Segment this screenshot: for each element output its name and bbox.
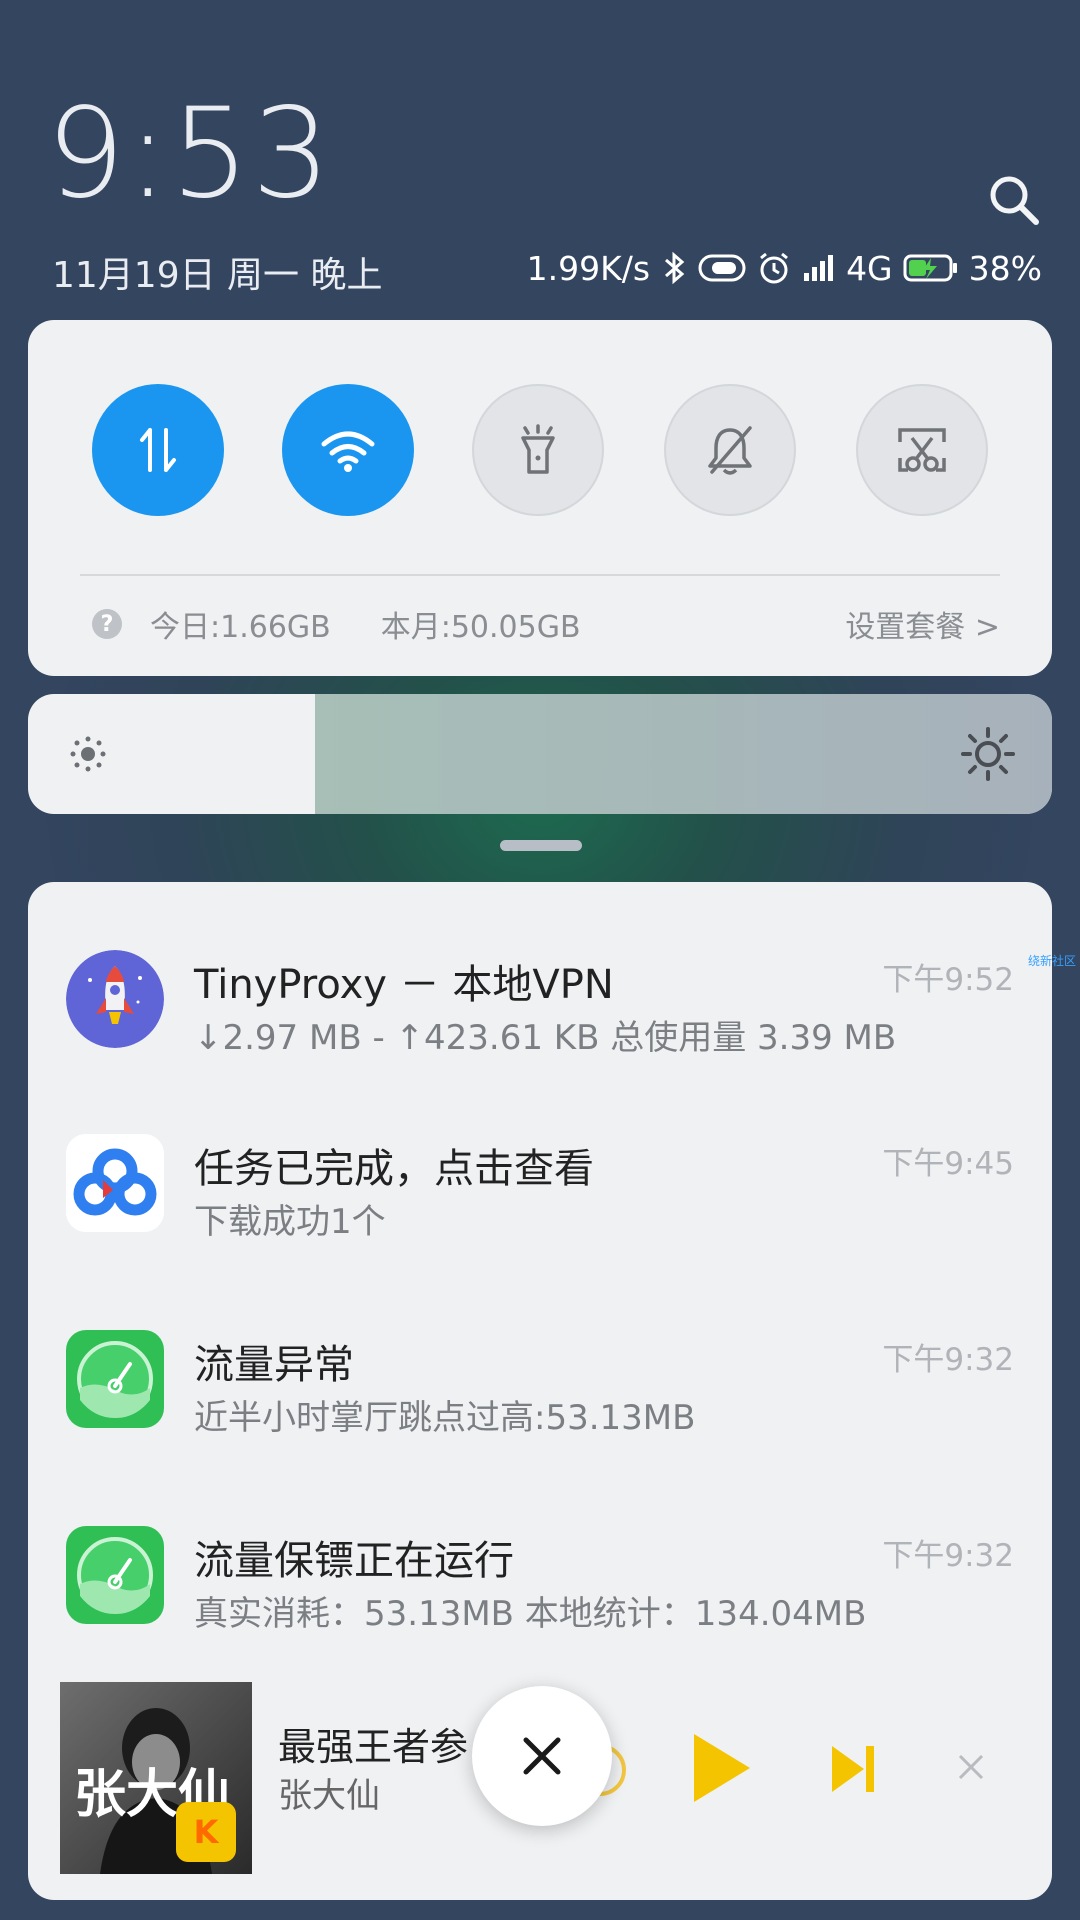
status-bar: 1.99K/s 4G 38%	[527, 246, 1042, 290]
bell-off-icon	[708, 426, 752, 475]
mute-toggle[interactable]	[664, 384, 796, 516]
screenshot-icon	[898, 428, 946, 472]
notification-time: 下午9:32	[882, 1342, 1014, 1378]
close-icon	[958, 1754, 984, 1780]
play-button[interactable]	[688, 1730, 754, 1810]
notification-time: 下午9:52	[882, 962, 1014, 998]
rocket-icon	[66, 950, 164, 1048]
gauge-icon	[66, 1526, 164, 1624]
play-icon	[694, 1734, 750, 1802]
notification-subtitle: ↓2.97 MB - ↑423.61 KB 总使用量 3.39 MB	[194, 1018, 897, 1058]
side-watermark: 绕新社区	[1028, 954, 1077, 968]
bluetooth-icon	[660, 250, 688, 286]
mobile-data-toggle[interactable]	[92, 384, 224, 516]
next-button[interactable]	[828, 1742, 878, 1800]
brightness-fill	[314, 694, 1052, 814]
search-icon[interactable]	[984, 170, 1044, 230]
date-label: 11月19日 周一 晚上	[52, 255, 383, 296]
notification-subtitle: 下载成功1个	[194, 1202, 386, 1242]
signal-icon	[802, 253, 836, 283]
media-title: 最强王者参	[278, 1725, 469, 1769]
quick-settings-panel: ? 今日:1.66GB 本月:50.05GB 设置套餐 >	[28, 320, 1052, 676]
help-icon[interactable]: ?	[92, 609, 122, 639]
skip-next-icon	[832, 1746, 874, 1792]
wifi-icon	[321, 431, 375, 472]
notification-time: 下午9:45	[882, 1146, 1014, 1182]
brightness-low-icon	[68, 734, 108, 778]
notification-data-guard[interactable]: 流量保镖正在运行 真实消耗：53.13MB 本地统计：134.04MB 下午9:…	[28, 1458, 1052, 1648]
kuaishou-badge-icon: K	[176, 1802, 236, 1862]
brightness-slider[interactable]	[28, 694, 1052, 814]
set-plan-link[interactable]: 设置套餐 >	[845, 602, 1000, 646]
data-usage-info: ? 今日:1.66GB 本月:50.05GB	[92, 602, 581, 646]
notification-subtitle: 真实消耗：53.13MB 本地统计：134.04MB	[194, 1594, 867, 1634]
flashlight-toggle[interactable]	[472, 384, 604, 516]
notification-time: 下午9:32	[882, 1538, 1014, 1574]
flashlight-icon	[521, 424, 555, 474]
today-usage: 今日:1.66GB	[150, 610, 331, 645]
media-artist: 张大仙	[278, 1776, 380, 1816]
notification-data-anomaly[interactable]: 流量异常 近半小时掌厅跳点过高:53.13MB 下午9:32	[28, 1262, 1052, 1452]
month-usage: 本月:50.05GB	[380, 610, 581, 645]
net-speed: 1.99K/s	[526, 248, 651, 288]
notification-tinyproxy[interactable]: TinyProxy － 本地VPN ↓2.97 MB - ↑423.61 KB …	[28, 882, 1052, 1072]
badge-letter: K	[193, 1813, 219, 1851]
alarm-icon	[756, 250, 792, 286]
close-button[interactable]	[472, 1686, 612, 1826]
notification-baidu[interactable]: 任务已完成，点击查看 下载成功1个 下午9:45	[28, 1066, 1052, 1256]
screenshot-toggle[interactable]	[856, 384, 988, 516]
data-arrows-icon	[140, 428, 176, 472]
notification-subtitle: 近半小时掌厅跳点过高:53.13MB	[194, 1398, 696, 1438]
notification-title: 任务已完成，点击查看	[194, 1146, 594, 1192]
battery-percent: 38%	[968, 248, 1042, 288]
wifi-toggle[interactable]	[282, 384, 414, 516]
clock-time: 9:53	[46, 82, 333, 226]
cloud-icon	[66, 1134, 164, 1232]
network-type: 4G	[846, 248, 893, 288]
close-icon	[523, 1737, 561, 1775]
divider	[80, 574, 1000, 576]
drag-handle[interactable]	[500, 840, 582, 851]
dismiss-media-button[interactable]	[956, 1750, 986, 1791]
album-art[interactable]: 张大仙 K	[60, 1682, 252, 1874]
notification-title: TinyProxy － 本地VPN	[194, 962, 614, 1008]
brightness-high-icon	[960, 726, 1016, 786]
toggle-icon	[698, 253, 746, 283]
notification-title: 流量异常	[194, 1342, 354, 1388]
battery-charging-icon	[903, 253, 959, 283]
gauge-icon	[66, 1330, 164, 1428]
notification-title: 流量保镖正在运行	[194, 1538, 514, 1584]
notification-list: TinyProxy － 本地VPN ↓2.97 MB - ↑423.61 KB …	[28, 882, 1052, 1900]
